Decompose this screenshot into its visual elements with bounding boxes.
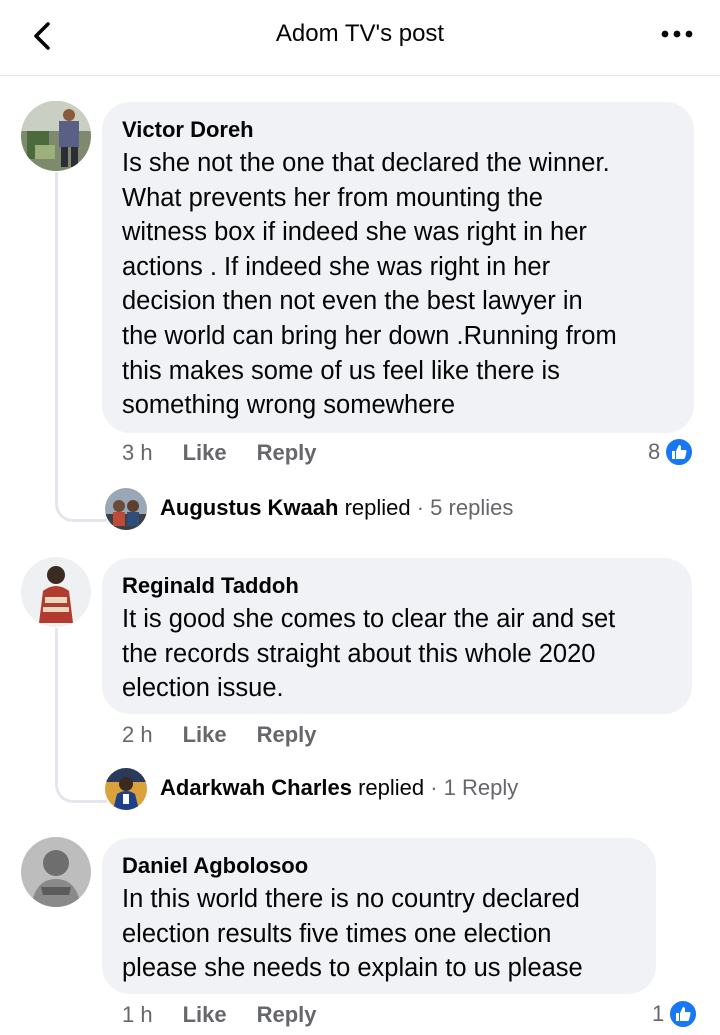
avatar[interactable] [21,101,91,171]
comment-line: election issue. [122,674,284,703]
user-photo-icon [21,101,91,171]
comment-line: witness box if indeed she was right in h… [122,218,587,247]
comment-text: In this world there is no country declar… [122,882,636,986]
more-horizontal-icon [661,30,693,38]
reply-avatar[interactable] [105,488,147,530]
comment-line: In this world there is no country declar… [122,885,580,913]
more-options-button[interactable] [660,24,694,44]
user-photo-icon [105,488,147,530]
reaction-summary[interactable]: 1 [652,999,699,1029]
user-photo-icon [21,837,91,907]
user-photo-icon [21,557,91,627]
reply-avatar[interactable] [105,768,147,810]
reply-author: Adarkwah Charles [160,775,352,800]
comment-line: the world can bring her down .Running fr… [122,321,617,350]
reaction-summary[interactable]: 8 [648,437,695,467]
avatar[interactable] [21,557,91,627]
comment-line: decision then not even the best lawyer i… [122,287,583,316]
comment-author[interactable]: Daniel Agbolosoo [122,852,636,880]
replied-label: replied [351,775,425,800]
reply-button[interactable]: Reply [257,1002,317,1028]
comment-author[interactable]: Victor Doreh [122,116,674,144]
comment-line: something wrong somewhere [122,391,456,420]
reply-count: · 5 replies [410,495,514,520]
user-photo-icon [105,768,147,810]
comment-line: election results five times one election [122,919,552,948]
comment-line: Is she not the one that declared the win… [122,149,610,177]
thumbs-up-icon [668,999,699,1029]
like-button[interactable]: Like [183,1002,227,1028]
comment-line: actions . If indeed she was right in her [122,252,551,281]
comment-line: What prevents her from mounting the [122,183,543,212]
page-title: Adom TV's post [275,20,445,47]
comment-bubble: Reginald Taddoh It is good she comes to … [102,558,692,714]
thread-connector [55,628,107,803]
reply-author: Augustus Kwaah [160,495,339,520]
top-bar: Adom TV's post [0,0,720,76]
reaction-count: 1 [652,1001,665,1026]
replied-label: replied [338,495,411,520]
avatar[interactable] [21,837,91,907]
comment-actions: 3 h Like Reply [122,440,347,466]
like-button[interactable]: Like [183,722,227,748]
reply-button[interactable]: Reply [257,722,317,748]
comment-line: the records straight about this whole 20… [122,639,596,668]
comment-line: It is good she comes to clear the air an… [122,605,616,633]
view-replies-link[interactable]: Adarkwah Charles replied · 1 Reply [160,775,518,801]
comment-time[interactable]: 1 h [122,1002,153,1028]
reaction-count: 8 [648,439,661,464]
comment-bubble: Victor Doreh Is she not the one that dec… [102,102,694,433]
comment-text: Is she not the one that declared the win… [122,146,674,423]
comment-text: It is good she comes to clear the air an… [122,602,672,706]
thumbs-up-icon [664,437,695,467]
comment-actions: 2 h Like Reply [122,722,347,748]
reply-button[interactable]: Reply [257,440,317,466]
comment-time[interactable]: 2 h [122,722,153,748]
like-button[interactable]: Like [183,440,227,466]
comment-line: this makes some of us feel like there is [122,356,560,385]
view-replies-link[interactable]: Augustus Kwaah replied · 5 replies [160,495,513,521]
thread-connector [55,172,107,522]
comment-actions: 1 h Like Reply [122,1002,347,1028]
comment-author[interactable]: Reginald Taddoh [122,572,672,600]
comment-line: please she needs to explain to us please [122,954,583,983]
comment-time[interactable]: 3 h [122,440,153,466]
comment-bubble: Daniel Agbolosoo In this world there is … [102,838,656,994]
reply-count: · 1 Reply [424,775,519,800]
